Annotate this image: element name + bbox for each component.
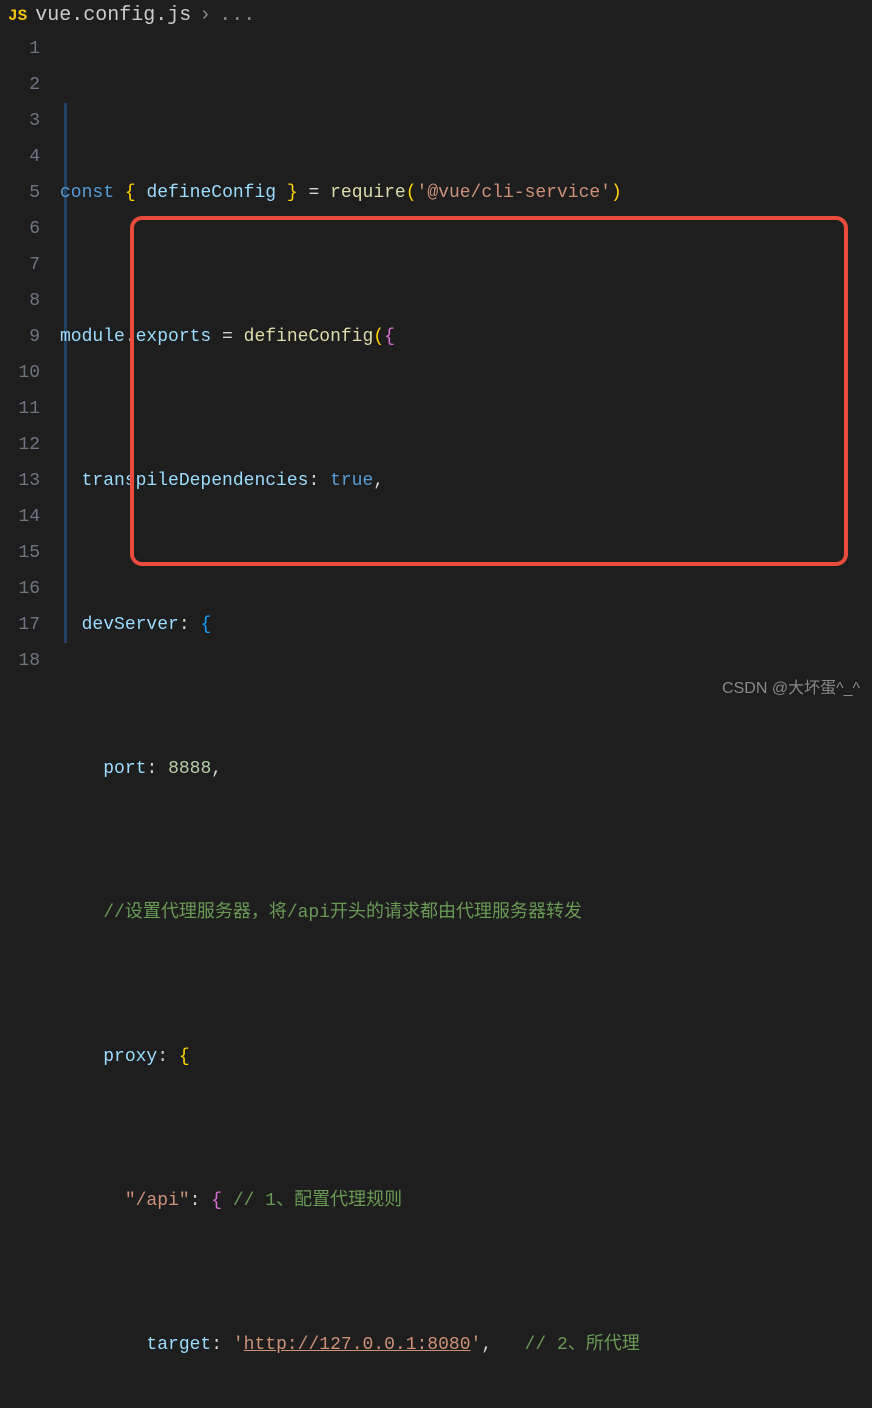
line-number: 10 [0, 355, 40, 391]
punct: : [190, 1191, 201, 1211]
comment: // 1、配置代理规则 [233, 1191, 402, 1211]
code-line[interactable]: port: 8888, [60, 751, 872, 787]
brace: { [384, 327, 395, 347]
line-number-gutter: 1 2 3 4 5 6 7 8 9 10 11 12 13 14 15 16 1… [0, 31, 60, 1408]
code-line[interactable]: transpileDependencies: true, [60, 463, 872, 499]
line-number: 11 [0, 391, 40, 427]
breadcrumb-filename[interactable]: vue.config.js [35, 4, 191, 27]
identifier: module [60, 327, 125, 347]
string: ' [471, 1335, 482, 1355]
paren: ( [406, 183, 417, 203]
punct: : [179, 615, 190, 635]
brace: { [125, 183, 136, 203]
watermark: CSDN @大坏蛋^_^ [722, 674, 860, 698]
line-number: 3 [0, 103, 40, 139]
punct: : [308, 471, 319, 491]
line-number: 6 [0, 211, 40, 247]
identifier: defineConfig [146, 183, 276, 203]
line-number: 16 [0, 571, 40, 607]
comment: // 2、所代理 [525, 1335, 640, 1355]
line-number: 12 [0, 427, 40, 463]
line-number: 14 [0, 499, 40, 535]
highlight-annotation [130, 216, 848, 566]
operator: = [298, 183, 330, 203]
brace: { [179, 1047, 190, 1067]
code-editor[interactable]: 1 2 3 4 5 6 7 8 9 10 11 12 13 14 15 16 1… [0, 31, 872, 1408]
function-call: require [330, 183, 406, 203]
line-number: 4 [0, 139, 40, 175]
breadcrumb-more[interactable]: ... [219, 4, 255, 27]
comment: //设置代理服务器，将/api开头的请求都由代理服务器转发 [103, 903, 582, 923]
line-number: 2 [0, 67, 40, 103]
punct: : [211, 1335, 222, 1355]
punct: , [481, 1335, 492, 1355]
line-number: 7 [0, 247, 40, 283]
code-line[interactable]: const { defineConfig } = require('@vue/c… [60, 175, 872, 211]
brace: { [200, 615, 211, 635]
code-line[interactable]: devServer: { [60, 607, 872, 643]
line-number: 1 [0, 31, 40, 67]
code-line[interactable]: //设置代理服务器，将/api开头的请求都由代理服务器转发 [60, 895, 872, 931]
property: port [103, 759, 146, 779]
line-number: 17 [0, 607, 40, 643]
code-line[interactable]: "/api": { // 1、配置代理规则 [60, 1183, 872, 1219]
brace: } [287, 183, 298, 203]
property: target [146, 1335, 211, 1355]
line-number: 13 [0, 463, 40, 499]
function-call: defineConfig [244, 327, 374, 347]
brace: { [211, 1191, 222, 1211]
code-content[interactable]: const { defineConfig } = require('@vue/c… [60, 31, 872, 1408]
line-number: 5 [0, 175, 40, 211]
js-file-icon: JS [8, 7, 27, 25]
paren: ) [611, 183, 622, 203]
code-line[interactable]: proxy: { [60, 1039, 872, 1075]
property: proxy [103, 1047, 157, 1067]
punct: : [157, 1047, 168, 1067]
punct: , [373, 471, 384, 491]
code-line[interactable]: module.exports = defineConfig({ [60, 319, 872, 355]
code-line[interactable]: target: 'http://127.0.0.1:8080', // 2、所代… [60, 1327, 872, 1363]
line-number: 8 [0, 283, 40, 319]
string-key: "/api" [125, 1191, 190, 1211]
breadcrumb-separator: › [199, 4, 211, 27]
paren: ( [373, 327, 384, 347]
property: transpileDependencies [82, 471, 309, 491]
punct: : [146, 759, 157, 779]
breadcrumb[interactable]: JS vue.config.js › ... [0, 0, 872, 31]
line-number: 9 [0, 319, 40, 355]
line-number: 15 [0, 535, 40, 571]
identifier: exports [136, 327, 212, 347]
number: 8888 [168, 759, 211, 779]
string: '@vue/cli-service' [417, 183, 611, 203]
string: ' [233, 1335, 244, 1355]
keyword: const [60, 183, 114, 203]
punct: , [211, 759, 222, 779]
boolean: true [330, 471, 373, 491]
property: devServer [82, 615, 179, 635]
operator: = [211, 327, 243, 347]
punct: . [125, 327, 136, 347]
line-number: 18 [0, 643, 40, 679]
url-link[interactable]: http://127.0.0.1:8080 [244, 1335, 471, 1355]
